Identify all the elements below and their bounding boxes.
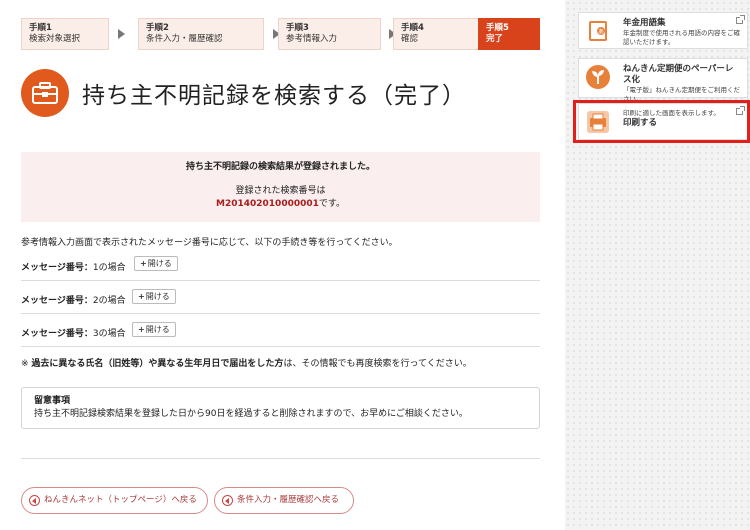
plus-icon: + xyxy=(138,325,145,334)
step-1: 手順1 検索対象選択 xyxy=(21,18,109,50)
open-message-3-button[interactable]: +開ける xyxy=(132,322,176,337)
step-4: 手順4 確認 xyxy=(393,18,479,50)
glossary-book-icon: あ xyxy=(585,18,611,44)
plus-icon: + xyxy=(140,259,147,268)
back-to-top-button[interactable]: ねんきんネット（トップページ）へ戻る xyxy=(21,487,208,514)
result-registered-text: 持ち主不明記録の検索結果が登録されました。 xyxy=(185,162,375,172)
step-indicator: 手順1 検索対象選択 手順2 条件入力・履歴確認 手順3 参考情報入力 手順4 … xyxy=(21,18,541,50)
page-title: 持ち主不明記録を検索する（完了） xyxy=(82,83,466,109)
external-link-icon xyxy=(736,15,745,24)
step-5-current: 手順5 完了 xyxy=(478,18,540,50)
back-to-conditions-label: 条件入力・履歴確認へ戻る xyxy=(237,495,340,505)
caution-box: 留意事項 持ち主不明記録検索結果を登録した日から90日を経過すると削除されますの… xyxy=(21,387,540,429)
message-prefix: メッセージ番号： xyxy=(21,263,93,273)
print-highlight-box xyxy=(573,100,750,143)
caution-title: 留意事項 xyxy=(34,396,71,406)
result-number-label: 登録された検索番号は xyxy=(235,186,326,196)
back-to-top-label: ねんきんネット（トップページ）へ戻る xyxy=(44,495,197,505)
plus-icon: + xyxy=(138,292,145,301)
toolbox-icon xyxy=(21,69,69,117)
step-3-number: 手順3 xyxy=(286,23,309,33)
glossary-desc: 年金制度で使用される用語の内容をご確認いただけます。 xyxy=(623,29,740,46)
note-rest: は、その情報でも再度検索を行ってください。 xyxy=(283,359,472,369)
back-to-conditions-button[interactable]: 条件入力・履歴確認へ戻る xyxy=(214,487,354,514)
caution-body: 持ち主不明記録検索結果を登録した日から90日を経過すると削除されますので、お早め… xyxy=(34,409,468,419)
step-2-label: 条件入力・履歴確認 xyxy=(146,34,223,44)
step-1-label: 検索対象選択 xyxy=(29,34,81,44)
instruction-text: 参考情報入力画面で表示されたメッセージ番号に応じて、以下の手続き等を行ってくださ… xyxy=(21,238,398,248)
paperless-title: ねんきん定期便のペーパーレス化 xyxy=(623,64,734,85)
glossary-link[interactable]: あ 年金用語集 年金制度で使用される用語の内容をご確認いただけます。 xyxy=(578,12,748,49)
main-content: 手順1 検索対象選択 手順2 条件入力・履歴確認 手順3 参考情報入力 手順4 … xyxy=(0,0,560,530)
step-1-number: 手順1 xyxy=(29,23,52,33)
step-3-label: 参考情報入力 xyxy=(286,34,338,44)
re-search-note: ※ 過去に異なる氏名（旧姓等）や異なる生年月日で届出をした方は、その情報でも再度… xyxy=(21,359,472,369)
message-row: メッセージ番号：1の場合 +開ける xyxy=(21,253,540,281)
message-suffix: の場合 xyxy=(98,263,126,273)
step-5-label: 完了 xyxy=(486,34,504,44)
sprout-icon xyxy=(585,64,611,90)
result-message-box: 持ち主不明記録の検索結果が登録されました。 登録された検索番号は M201402… xyxy=(21,152,540,222)
paperless-link[interactable]: ねんきん定期便のペーパーレス化 「電子版」ねんきん定期便をご利用ください。 xyxy=(578,58,748,103)
back-arrow-icon xyxy=(29,495,40,506)
back-arrow-icon xyxy=(222,495,233,506)
message-row: メッセージ番号：2の場合 +開ける xyxy=(21,286,540,314)
message-row: メッセージ番号：3の場合 +開ける xyxy=(21,319,540,347)
result-suffix: です。 xyxy=(318,199,345,209)
divider xyxy=(21,458,540,459)
result-number-line: M201402010000001です。 xyxy=(21,198,540,211)
message-prefix: メッセージ番号： xyxy=(21,296,93,306)
open-message-2-button[interactable]: +開ける xyxy=(132,289,176,304)
step-arrow-icon xyxy=(118,29,125,39)
message-prefix: メッセージ番号： xyxy=(21,329,93,339)
step-2: 手順2 条件入力・履歴確認 xyxy=(138,18,264,50)
step-3: 手順3 参考情報入力 xyxy=(278,18,381,50)
step-4-label: 確認 xyxy=(401,34,419,44)
search-number: M201402010000001 xyxy=(216,199,319,209)
step-2-number: 手順2 xyxy=(146,23,169,33)
svg-text:あ: あ xyxy=(598,29,604,36)
glossary-title: 年金用語集 xyxy=(623,18,666,28)
message-suffix: の場合 xyxy=(98,329,126,339)
open-message-1-button[interactable]: +開ける xyxy=(134,256,178,271)
step-5-number: 手順5 xyxy=(486,23,509,33)
message-suffix: の場合 xyxy=(98,296,126,306)
step-4-number: 手順4 xyxy=(401,23,424,33)
note-bold: 過去に異なる氏名（旧姓等）や異なる生年月日で届出をした方 xyxy=(31,359,284,369)
